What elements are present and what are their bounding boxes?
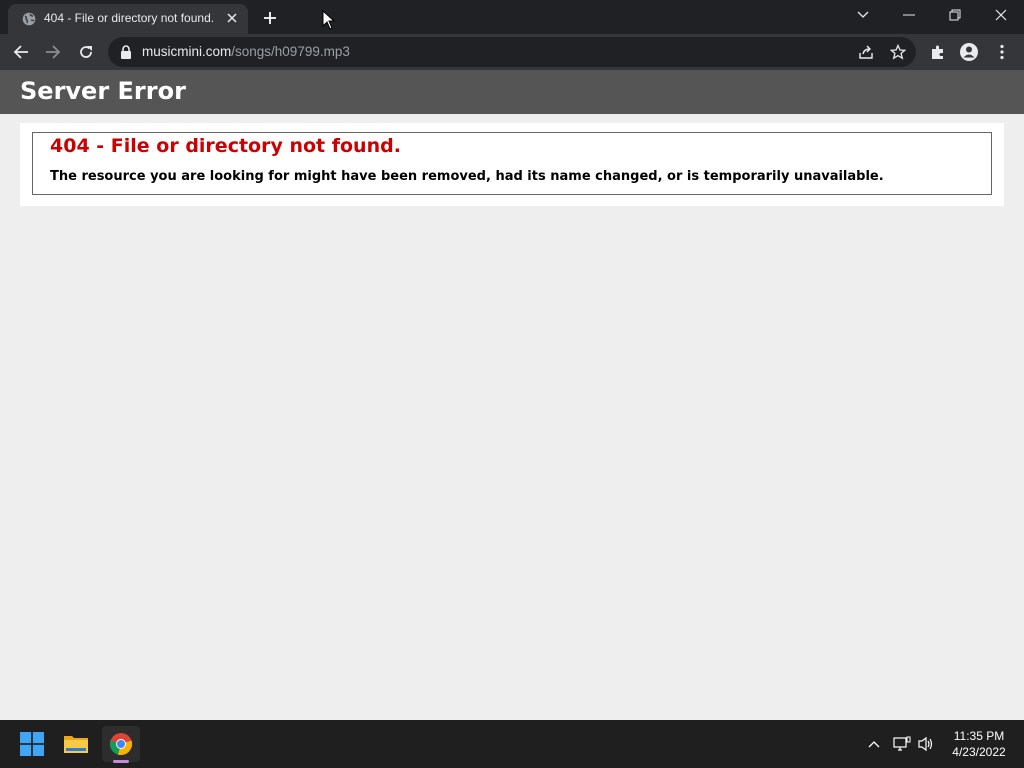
url-host: musicmini.com bbox=[142, 44, 232, 59]
start-icon[interactable] bbox=[13, 726, 51, 762]
content-container: 404 - File or directory not found. The r… bbox=[20, 123, 1004, 206]
system-clock[interactable]: 11:35 PM 4/23/2022 bbox=[946, 728, 1012, 760]
chevron-up-icon[interactable] bbox=[864, 734, 884, 754]
volume-icon[interactable] bbox=[916, 734, 936, 754]
close-window-button[interactable] bbox=[990, 6, 1012, 24]
error-title: 404 - File or directory not found. bbox=[50, 135, 401, 157]
browser-titlebar: 404 - File or directory not found. bbox=[0, 0, 1024, 34]
chrome-active-indicator bbox=[113, 760, 129, 763]
forward-button[interactable] bbox=[41, 40, 65, 64]
clock-date: 4/23/2022 bbox=[952, 745, 1006, 759]
share-icon[interactable] bbox=[857, 43, 875, 61]
lock-icon bbox=[121, 45, 131, 59]
menu-kebab-icon[interactable] bbox=[990, 40, 1014, 64]
minimize-button[interactable] bbox=[898, 6, 920, 24]
url-path: /songs/h09799.mp3 bbox=[231, 44, 350, 59]
error-message: The resource you are looking for might h… bbox=[50, 169, 884, 184]
browser-tab[interactable]: 404 - File or directory not found. bbox=[8, 4, 248, 34]
address-bar[interactable]: musicmini.com/songs/h09799.mp3 bbox=[108, 37, 916, 67]
mouse-cursor-icon bbox=[322, 10, 336, 30]
page-title: Server Error bbox=[20, 77, 186, 105]
bookmark-star-icon[interactable] bbox=[889, 43, 907, 61]
profile-avatar-icon[interactable] bbox=[957, 40, 981, 64]
tab-close-icon[interactable] bbox=[224, 10, 240, 26]
new-tab-button[interactable] bbox=[260, 8, 280, 28]
browser-toolbar: musicmini.com/songs/h09799.mp3 bbox=[0, 34, 1024, 70]
error-fieldset: 404 - File or directory not found. The r… bbox=[32, 132, 992, 195]
reload-button[interactable] bbox=[74, 40, 98, 64]
url-text: musicmini.com/songs/h09799.mp3 bbox=[142, 44, 350, 59]
tab-title: 404 - File or directory not found. bbox=[44, 11, 215, 25]
page-viewport: Server Error 404 - File or directory not… bbox=[0, 70, 1024, 720]
restore-button[interactable] bbox=[944, 6, 966, 24]
network-icon[interactable] bbox=[892, 734, 912, 754]
tab-search-icon[interactable] bbox=[852, 6, 874, 24]
clock-time: 11:35 PM bbox=[953, 729, 1005, 743]
file-explorer-icon[interactable] bbox=[57, 726, 95, 762]
globe-icon bbox=[22, 12, 36, 26]
chrome-icon[interactable] bbox=[102, 726, 140, 762]
extensions-icon[interactable] bbox=[926, 40, 950, 64]
server-error-header: Server Error bbox=[0, 70, 1024, 114]
taskbar: 11:35 PM 4/23/2022 bbox=[0, 720, 1024, 768]
back-button[interactable] bbox=[9, 40, 33, 64]
